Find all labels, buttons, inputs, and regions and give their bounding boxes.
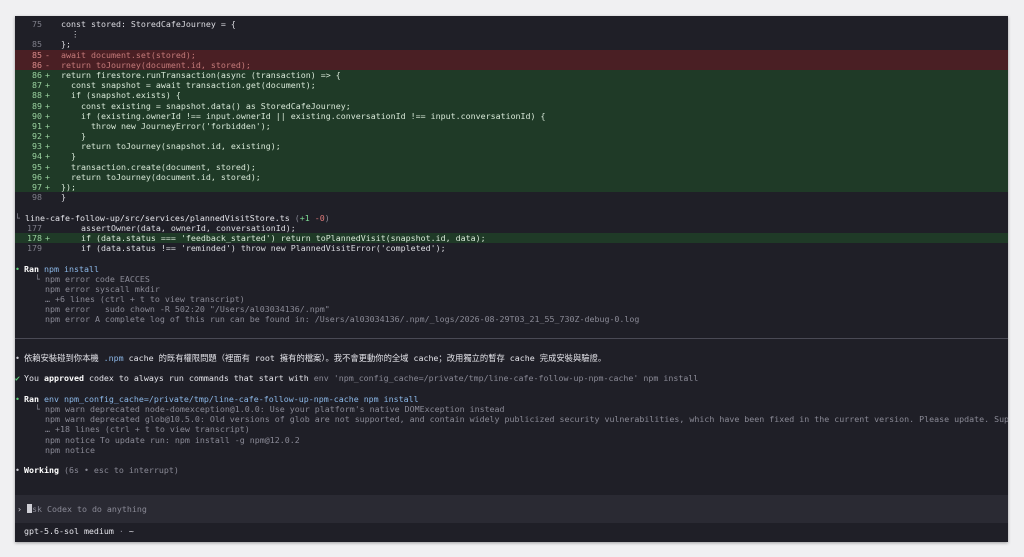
run-output-line: … +18 lines (ctrl + t to view transcript…	[35, 424, 250, 435]
line-number: 85	[32, 49, 42, 60]
prompt-placeholder: sk Codex to do anything	[32, 504, 147, 514]
code-text: const existing = snapshot.data() as Stor…	[61, 100, 351, 111]
model-name: gpt-5.6-sol medium	[24, 526, 114, 536]
check-icon: ✔	[15, 373, 20, 384]
diff-line-context: ⋮	[15, 29, 1008, 39]
diff-line-added: 92 + }	[15, 131, 1008, 142]
run-header: • Ran env npm_config_cache=/private/tmp/l…	[15, 393, 419, 404]
line-number: 179	[27, 243, 42, 254]
diff-line-added: 91 + throw new JourneyError('forbidden');	[15, 120, 1008, 132]
divider	[15, 337, 1008, 339]
run-command: env npm_config_cache=/private/tmp/line-c…	[44, 393, 419, 404]
diff-block-journey-store: 75 const stored: StoredCafeJourney = { ⋮ 8…	[15, 19, 1008, 202]
file-header: └ line-cafe-follow-up/src/services/plann…	[15, 212, 330, 223]
diff-line-removed: 86- return toJourney(document.id, stored)…	[15, 59, 1008, 70]
code-text: return firestore.runTransaction(async (t…	[61, 69, 341, 80]
run-output-line: npm notice	[35, 444, 95, 455]
diff-line-context: 85};	[15, 39, 1008, 49]
approval-notice: ✔ You approved codex to always run comman…	[15, 373, 699, 384]
line-number: 85	[32, 39, 42, 50]
code-text: });	[61, 182, 76, 192]
run-header: • Ran npm install	[15, 263, 99, 274]
file-path: line-cafe-follow-up/src/services/planned…	[25, 212, 290, 223]
line-number: 90	[32, 110, 42, 121]
line-number: 91	[32, 120, 42, 131]
run-output-line: └ npm error code EACCES	[35, 273, 150, 284]
code-text: ⋮	[61, 29, 80, 40]
terminal-window: 75 const stored: StoredCafeJourney = { ⋮ 8…	[15, 16, 1008, 542]
run-command: npm install	[44, 263, 99, 274]
code-text: if (data.status === 'feedback_started') …	[61, 232, 486, 243]
run-output-line: npm warn deprecated glob@10.5.0: Old ver…	[35, 414, 1008, 425]
diff-line-added: 178 + if (data.status === 'feedback_start…	[15, 232, 1008, 244]
code-text: return toJourney(document.id, stored);	[61, 171, 261, 182]
line-number: 177	[27, 222, 42, 233]
line-number: 95	[32, 161, 42, 172]
run-output-line: npm error A complete log of this run can…	[35, 314, 640, 325]
code-text: }	[61, 131, 86, 142]
code-text: return toJourney(snapshot.id, existing);	[61, 141, 281, 152]
assistant-message: • 依賴安裝碰到你本機 .npm cache 的既有權限問題（裡面有 root 擁…	[15, 353, 607, 363]
diff-line-added: 95 + transaction.create(document, stored)…	[15, 161, 1008, 172]
status-bar: gpt-5.6-sol medium · ~	[24, 526, 134, 536]
message-bullet-icon: •	[15, 353, 20, 363]
lines-removed: -0	[314, 212, 325, 223]
prompt-input[interactable]: › sk Codex to do anything	[15, 495, 1008, 523]
line-number: 96	[32, 171, 42, 182]
diff-line-added: 96 + return toJourney(document.id, stored…	[15, 171, 1008, 182]
run-output-line: npm error syscall mkdir	[35, 283, 160, 294]
run-output-line: … +6 lines (ctrl + t to view transcript)	[35, 294, 245, 305]
code-text: if (snapshot.exists) {	[61, 90, 181, 101]
code-text: await document.set(stored);	[61, 49, 196, 60]
diff-line-added: 90 + if (existing.ownerId !== input.owner…	[15, 110, 1008, 121]
line-number: 98	[32, 192, 42, 203]
run-bullet-icon: •	[15, 263, 20, 274]
line-number: 88	[32, 90, 42, 101]
lines-added: +1	[299, 212, 310, 223]
line-number: 93	[32, 141, 42, 152]
code-text: if (existing.ownerId !== input.ownerId |…	[61, 110, 546, 121]
code-text: }	[61, 151, 76, 162]
diff-line-context: 179 if (data.status !== 'reminded') thro…	[15, 243, 1008, 253]
diff-line-context: 177 assertOwner(data, ownerId, conversat…	[15, 223, 1008, 233]
line-number: 92	[32, 131, 42, 142]
line-number: 97	[32, 182, 42, 192]
working-indicator: • Working (6s • esc to interrupt)	[15, 465, 179, 476]
run-output-line: npm error sudo chown -R 502:20 "/Users/a…	[35, 304, 330, 315]
line-number: 94	[32, 151, 42, 162]
working-directory: ~	[128, 526, 134, 536]
line-number: 87	[32, 80, 42, 91]
diff-line-added: 88 + if (snapshot.exists) {	[15, 90, 1008, 101]
diff-line-added: 93 + return toJourney(snapshot.id, existi…	[15, 141, 1008, 152]
diff-block-planned-visit-store: 177 assertOwner(data, ownerId, conversat…	[15, 223, 1008, 254]
prompt-chevron-icon: ›	[17, 504, 22, 514]
code-text: if (data.status !== 'reminded') throw ne…	[61, 243, 446, 254]
code-text: throw new JourneyError('forbidden');	[61, 120, 271, 131]
code-text: const stored: StoredCafeJourney = {	[61, 19, 236, 29]
diff-line-added: 94 + }	[15, 151, 1008, 162]
code-text: return toJourney(document.id, stored);	[61, 59, 251, 70]
diff-line-removed: 85- await document.set(stored);	[15, 49, 1008, 60]
diff-line-context: 98}	[15, 192, 1008, 202]
run-output-line: └ npm warn deprecated node-domexception@…	[35, 403, 505, 414]
diff-line-added: 97 +});	[15, 182, 1008, 193]
diff-line-added: 89 + const existing = snapshot.data() as …	[15, 100, 1008, 111]
run-output-line: npm notice To update run: npm install -g…	[35, 434, 300, 445]
run-bullet-icon: •	[15, 393, 20, 404]
code-text: assertOwner(data, ownerId, conversationI…	[61, 222, 296, 233]
code-text: transaction.create(document, stored);	[61, 161, 256, 172]
diff-line-added: 87 + const snapshot = await transaction.g…	[15, 80, 1008, 91]
code-text: }	[61, 192, 66, 203]
diff-line-context: 75 const stored: StoredCafeJourney = {	[15, 19, 1008, 29]
approved-command: env 'npm_config_cache=/private/tmp/line-…	[313, 373, 699, 384]
line-number: 178	[27, 232, 42, 243]
line-number: 86	[32, 59, 42, 70]
spinner-icon: •	[15, 465, 20, 476]
diff-line-added: 86 + return firestore.runTransaction(async…	[15, 69, 1008, 81]
code-text: const snapshot = await transaction.get(d…	[61, 80, 316, 91]
line-number: 89	[32, 100, 42, 111]
line-number: 75	[32, 19, 42, 29]
code-text: };	[61, 39, 71, 50]
line-number: 86	[32, 69, 42, 80]
